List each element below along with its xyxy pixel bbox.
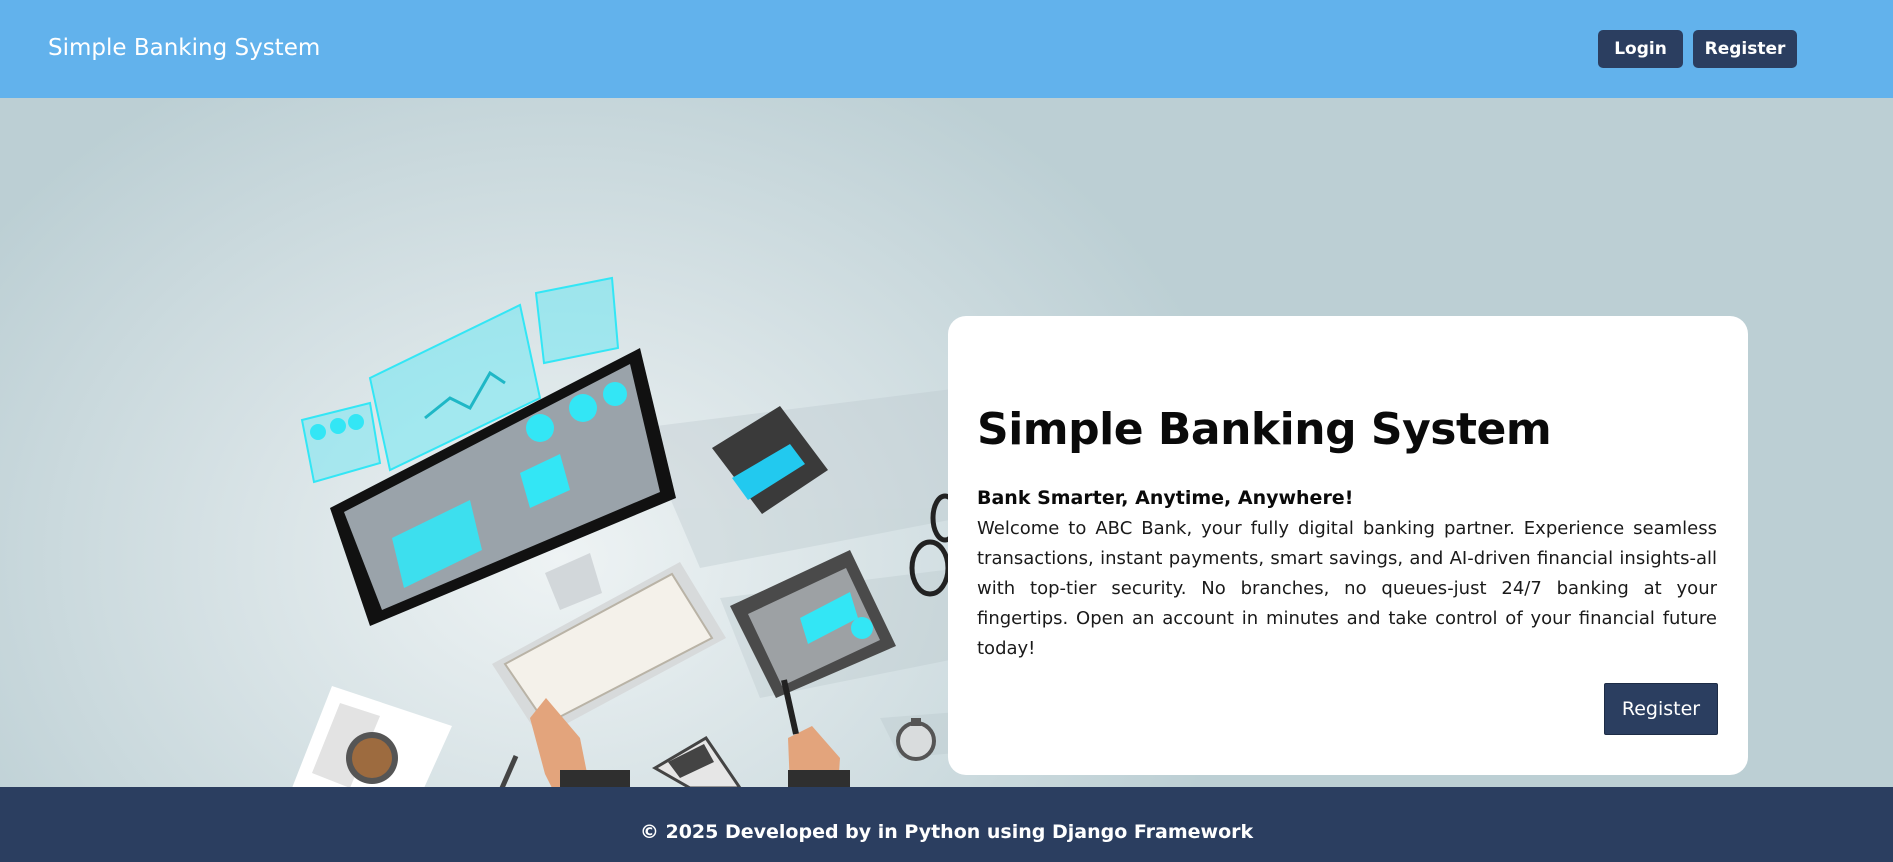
hero-title: Simple Banking System	[977, 404, 1552, 455]
register-cta-button[interactable]: Register	[1604, 683, 1718, 735]
calculator	[652, 735, 742, 787]
login-button[interactable]: Login	[1598, 30, 1683, 68]
pen	[499, 754, 519, 787]
intro-card: Simple Banking System Bank Smarter, Anyt…	[948, 316, 1748, 775]
keyboard	[492, 562, 726, 738]
hero-description: Welcome to ABC Bank, your fully digital …	[977, 518, 1717, 659]
footer-text: © 2025 Developed by in Python using Djan…	[639, 821, 1254, 843]
hologram-bars-panel	[534, 276, 620, 365]
documents	[292, 686, 452, 787]
brand-link[interactable]: Simple Banking System	[48, 35, 320, 61]
footer: © 2025 Developed by in Python using Djan…	[0, 787, 1893, 862]
hero-tagline: Bank Smarter, Anytime, Anywhere!	[977, 487, 1354, 509]
hero-section: Simple Banking System Bank Smarter, Anyt…	[0, 98, 1893, 787]
hologram-pie-panel	[300, 401, 382, 484]
navbar: Simple Banking System Login Register	[0, 0, 1893, 98]
register-nav-button[interactable]: Register	[1693, 30, 1797, 68]
